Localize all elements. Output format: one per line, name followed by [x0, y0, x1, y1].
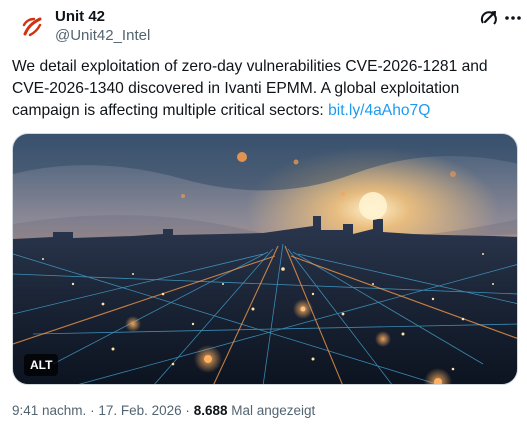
- meta-separator: ·: [90, 403, 95, 418]
- grok-icon: [480, 10, 497, 25]
- author-name[interactable]: Unit 42: [55, 8, 105, 26]
- tweet-link[interactable]: bit.ly/4aAho7Q: [328, 102, 430, 119]
- meta-separator: ·: [185, 403, 190, 418]
- views-label: Mal angezeigt: [231, 403, 316, 418]
- more-icon: [505, 16, 521, 20]
- grok-button[interactable]: [478, 7, 500, 29]
- tweet-image[interactable]: [12, 133, 518, 385]
- tweet-date[interactable]: 17. Feb. 2026: [98, 403, 181, 418]
- views-count: 8.688: [193, 403, 228, 418]
- author-handle[interactable]: @Unit42_Intel: [55, 27, 150, 45]
- unit42-logo-icon: [12, 7, 52, 47]
- more-button[interactable]: [503, 7, 523, 29]
- tweet-text: We detail exploitation of zero-day vulne…: [12, 56, 517, 122]
- tweet-meta: 9:41 nachm. · 17. Feb. 2026 · 8.688 Mal …: [12, 402, 315, 420]
- tweet-time[interactable]: 9:41 nachm.: [12, 403, 86, 418]
- city-network-image: [13, 134, 517, 384]
- avatar[interactable]: [12, 7, 52, 47]
- alt-badge[interactable]: ALT: [24, 354, 59, 376]
